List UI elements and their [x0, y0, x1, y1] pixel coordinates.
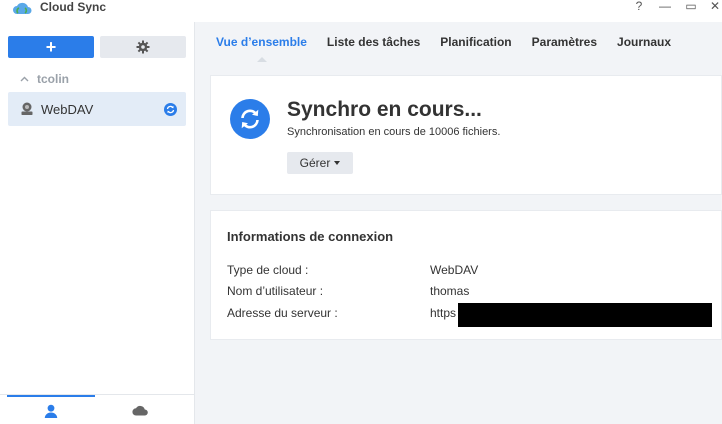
value-server-address: https — [430, 306, 457, 320]
tab-user[interactable] — [7, 395, 95, 424]
chevron-up-icon — [20, 76, 29, 82]
section-title: Informations de connexion — [227, 229, 394, 244]
tab-settings[interactable]: Paramètres — [532, 22, 597, 62]
sync-status-icon — [164, 103, 177, 116]
value-username: thomas — [430, 284, 470, 298]
help-button[interactable]: ? — [631, 0, 647, 14]
cloud-icon — [132, 405, 148, 416]
status-subtitle: Synchronisation en cours de 10006 fichie… — [287, 126, 501, 138]
main-tabs: Vue d’ensemble Liste des tâches Planific… — [196, 22, 722, 62]
sync-icon — [230, 99, 270, 139]
user-icon — [44, 404, 58, 418]
settings-button[interactable] — [100, 36, 186, 58]
sidebar: + tcolin WebDAV — [0, 22, 195, 424]
connection-info-card: Informations de connexion Type de cloud … — [210, 210, 722, 340]
label-username: Nom d’utilisateur : — [227, 284, 324, 298]
tab-overview[interactable]: Vue d’ensemble — [216, 22, 307, 62]
server-icon — [21, 102, 33, 115]
manage-button[interactable]: Gérer — [287, 152, 353, 174]
plus-icon: + — [45, 37, 57, 57]
redaction-box — [458, 303, 712, 327]
tab-logs[interactable]: Journaux — [617, 22, 671, 62]
value-cloud-type: WebDAV — [430, 263, 479, 277]
sidebar-item-webdav[interactable]: WebDAV — [8, 92, 186, 126]
tab-schedule[interactable]: Planification — [440, 22, 511, 62]
group-label: tcolin — [37, 72, 69, 86]
cloud-sync-logo-icon — [13, 2, 32, 15]
gear-icon — [136, 40, 150, 54]
sync-status-card: Synchro en cours... Synchronisation en c… — [210, 75, 722, 195]
tab-cloud[interactable] — [96, 395, 184, 424]
title-bar: Cloud Sync ? — ▭ ✕ — [0, 0, 722, 22]
add-button[interactable]: + — [8, 36, 94, 58]
minimize-button[interactable]: — — [657, 0, 673, 14]
status-title: Synchro en cours... — [287, 98, 482, 121]
label-cloud-type: Type de cloud : — [227, 263, 309, 277]
group-header-tcolin[interactable]: tcolin — [20, 72, 69, 86]
manage-button-label: Gérer — [299, 156, 331, 170]
sidebar-bottom-tabs — [0, 394, 195, 424]
label-server-address: Adresse du serveur : — [227, 306, 338, 320]
close-button[interactable]: ✕ — [707, 0, 722, 14]
maximize-button[interactable]: ▭ — [683, 0, 699, 14]
caret-down-icon — [334, 161, 341, 165]
tab-task-list[interactable]: Liste des tâches — [327, 22, 420, 62]
app-title: Cloud Sync — [40, 0, 107, 14]
sidebar-item-label: WebDAV — [41, 102, 94, 117]
